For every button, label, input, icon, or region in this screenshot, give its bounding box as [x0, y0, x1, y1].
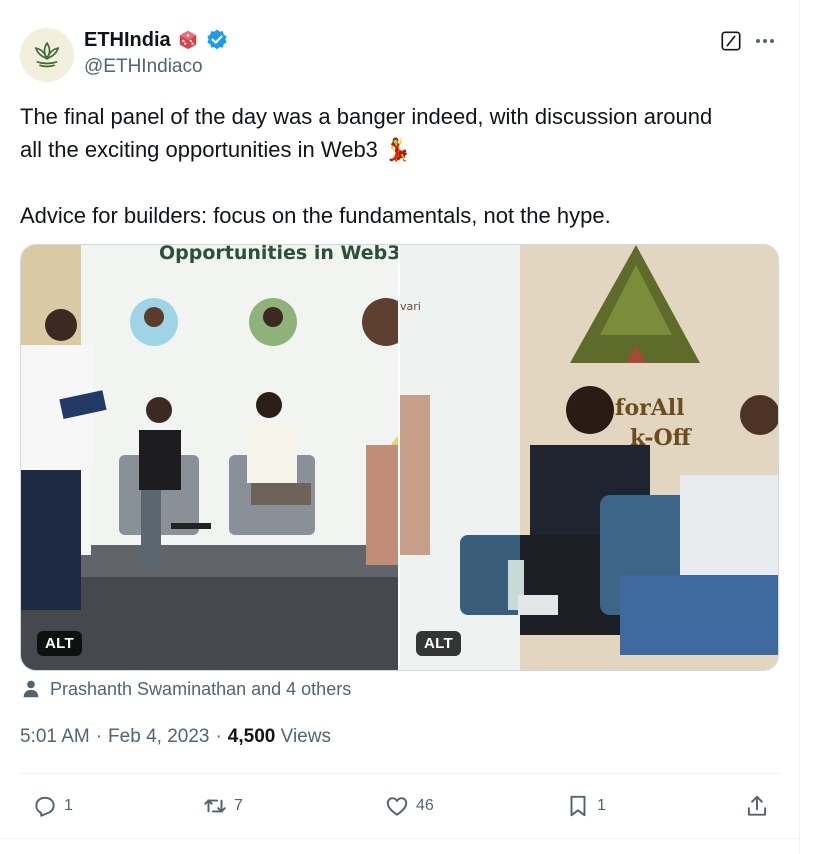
dice-emoji-icon [179, 30, 196, 50]
meta-separator: · [95, 726, 103, 747]
liked-by-row[interactable]: Prashanth Swaminathan and 4 others [20, 678, 351, 700]
like-count: 46 [416, 797, 434, 814]
svg-text:forAll: forAll [615, 395, 685, 421]
alt-badge[interactable]: ALT [416, 631, 461, 656]
retweet-count: 7 [234, 797, 243, 814]
panel-photo-right[interactable]: forAll k-Off vari ALT [400, 245, 778, 670]
bookmark-button[interactable]: 1 [565, 786, 606, 826]
divider [0, 838, 800, 839]
views-count: 4,500 [227, 726, 276, 747]
tweet-meta: 5:01 AM · Feb 4, 2023 · 4,500 Views [20, 726, 331, 748]
person-icon [23, 680, 39, 698]
reply-icon [35, 796, 55, 817]
avatar[interactable] [20, 28, 74, 82]
divider [20, 773, 780, 774]
heart-icon [386, 797, 408, 816]
display-name[interactable]: ETHIndia [84, 29, 171, 52]
action-bar: 1 7 46 1 [20, 786, 780, 826]
tweet-date[interactable]: Feb 4, 2023 [108, 726, 209, 748]
tweet-text: The final panel of the day was a banger … [20, 104, 713, 228]
retweet-icon [204, 799, 226, 813]
tweet-card: ETHIndia @ETHIndiaco The final panel of … [0, 0, 800, 854]
name-row: ETHIndia [84, 28, 229, 52]
meta-separator: · [215, 726, 222, 747]
share-icon [747, 795, 767, 816]
retweet-button[interactable]: 7 [202, 786, 243, 826]
svg-text:vari: vari [400, 300, 421, 313]
reply-button[interactable]: 1 [32, 786, 73, 826]
share-button[interactable] [744, 786, 770, 826]
verified-badge-icon[interactable] [205, 28, 229, 52]
lotus-logo-icon [34, 41, 60, 68]
panel-discussion-photo: Opportunities in Web3 [21, 245, 398, 670]
panel-discussion-photo: forAll k-Off vari [400, 245, 778, 670]
bookmark-icon [570, 795, 586, 817]
more-dots-icon[interactable] [752, 28, 778, 54]
grok-icon[interactable] [720, 30, 742, 52]
like-button[interactable]: 46 [384, 786, 434, 826]
liked-by-text[interactable]: Prashanth Swaminathan and 4 others [50, 679, 351, 700]
bookmark-count: 1 [597, 797, 606, 814]
alt-badge[interactable]: ALT [37, 631, 82, 656]
tweet-time[interactable]: 5:01 AM [20, 726, 90, 748]
views-label: Views [280, 726, 331, 747]
panel-photo-left[interactable]: Opportunities in Web3 ALT [21, 245, 398, 670]
reply-count: 1 [64, 797, 73, 814]
author-handle[interactable]: @ETHIndiaco [84, 56, 203, 78]
svg-text:Opportunities in Web3: Opportunities in Web3 [159, 245, 398, 264]
media-grid: Opportunities in Web3 ALT forAll k-Off v… [20, 244, 779, 671]
